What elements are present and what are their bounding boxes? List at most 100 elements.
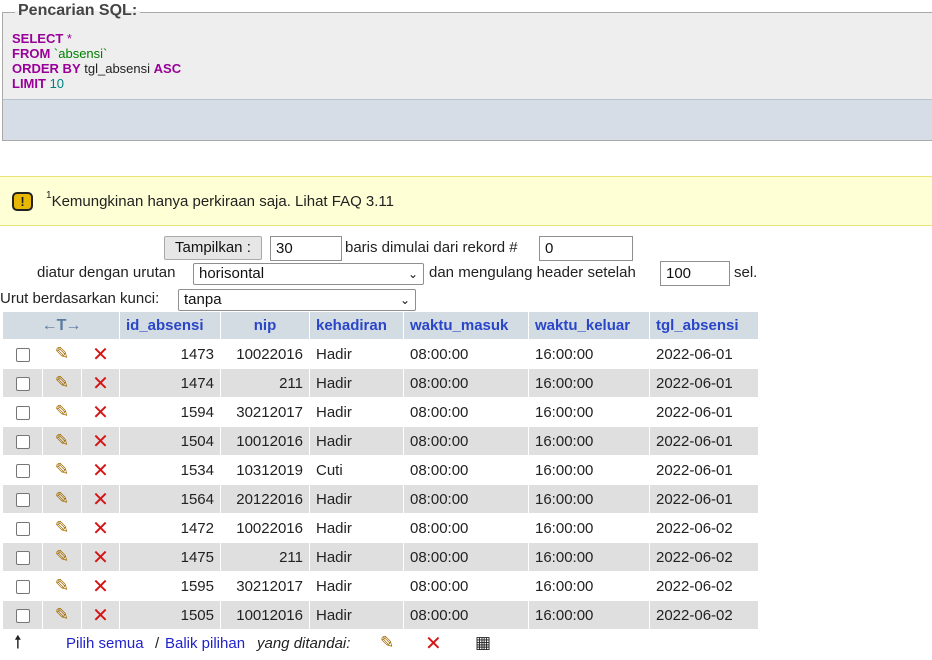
- pencil-icon[interactable]: ✎: [43, 572, 81, 600]
- table-row[interactable]: ✎ ✕ 1564 20122016 Hadir 08:00:00 16:00:00 2022-…: [3, 485, 758, 513]
- pencil-icon[interactable]: ✎: [43, 369, 81, 397]
- row-checkbox[interactable]: [3, 427, 42, 455]
- pencil-icon[interactable]: ✎: [43, 340, 81, 368]
- row-checkbox[interactable]: [3, 572, 42, 600]
- cell-waktu-keluar: 16:00:00: [529, 369, 649, 397]
- pencil-icon[interactable]: ✎: [43, 485, 81, 513]
- pencil-icon[interactable]: ✎: [43, 543, 81, 571]
- rows-input[interactable]: 30: [270, 236, 342, 261]
- row-checkbox[interactable]: [3, 601, 42, 629]
- table-row[interactable]: ✎ ✕ 1594 30212017 Hadir 08:00:00 16:00:00 2022-…: [3, 398, 758, 426]
- row-checkbox[interactable]: [3, 369, 42, 397]
- cell-nip[interactable]: 20122016: [221, 485, 309, 513]
- pencil-icon[interactable]: ✎: [380, 633, 394, 653]
- table-row[interactable]: ✎ ✕ 1504 10012016 Hadir 08:00:00 16:00:00 2022-…: [3, 427, 758, 455]
- cell-waktu-masuk: 08:00:00: [404, 369, 528, 397]
- pencil-icon[interactable]: ✎: [43, 456, 81, 484]
- cell-tgl-absensi: 2022-06-01: [650, 456, 758, 484]
- table-row[interactable]: ✎ ✕ 1505 10012016 Hadir 08:00:00 16:00:00 2022-…: [3, 601, 758, 629]
- separator: /: [155, 635, 160, 652]
- delete-x-icon[interactable]: ✕: [82, 340, 119, 368]
- cell-waktu-masuk: 08:00:00: [404, 427, 528, 455]
- row-checkbox[interactable]: [3, 543, 42, 571]
- table-row[interactable]: ✎ ✕ 1475 211 Hadir 08:00:00 16:00:00 2022-06-02: [3, 543, 758, 571]
- cell-nip[interactable]: 211: [221, 369, 309, 397]
- delete-x-icon[interactable]: ✕: [82, 572, 119, 600]
- export-icon[interactable]: ▦: [475, 633, 491, 653]
- delete-x-icon[interactable]: ✕: [82, 369, 119, 397]
- sort-key-select[interactable]: tanpa ⌄: [178, 289, 416, 311]
- delete-x-icon[interactable]: ✕: [425, 631, 442, 656]
- cell-id-absensi: 1474: [120, 369, 220, 397]
- start-record-input[interactable]: 0: [539, 236, 633, 261]
- sql-legend: Pencarian SQL:: [15, 2, 141, 20]
- cell-nip[interactable]: 10022016: [221, 340, 309, 368]
- chevron-down-icon: ⌄: [399, 293, 410, 307]
- notice-text: 1Kemungkinan hanya perkiraan saja. Lihat…: [46, 190, 394, 210]
- column-arrows[interactable]: ←T→: [3, 312, 119, 339]
- cell-nip[interactable]: 10312019: [221, 456, 309, 484]
- col-header-kehadiran[interactable]: kehadiran: [310, 312, 403, 339]
- pencil-icon[interactable]: ✎: [43, 514, 81, 542]
- cell-waktu-masuk: 08:00:00: [404, 601, 528, 629]
- pencil-icon[interactable]: ✎: [43, 427, 81, 455]
- cell-tgl-absensi: 2022-06-01: [650, 485, 758, 513]
- cell-id-absensi: 1564: [120, 485, 220, 513]
- cell-kehadiran: Hadir: [310, 514, 403, 542]
- row-checkbox[interactable]: [3, 485, 42, 513]
- col-header-waktu-keluar[interactable]: waktu_keluar: [529, 312, 649, 339]
- sql-query-box: Pencarian SQL: SELECT * FROM `absensi` O…: [2, 2, 932, 141]
- cell-tgl-absensi: 2022-06-02: [650, 514, 758, 542]
- repeat-header-input[interactable]: 100: [660, 261, 730, 286]
- cell-id-absensi: 1475: [120, 543, 220, 571]
- cell-waktu-masuk: 08:00:00: [404, 543, 528, 571]
- cell-nip[interactable]: 10012016: [221, 427, 309, 455]
- col-header-id-absensi[interactable]: id_absensi: [120, 312, 220, 339]
- cell-kehadiran: Hadir: [310, 340, 403, 368]
- delete-x-icon[interactable]: ✕: [82, 543, 119, 571]
- row-checkbox[interactable]: [3, 514, 42, 542]
- cell-kehadiran: Hadir: [310, 485, 403, 513]
- select-all-link[interactable]: Pilih semua: [66, 635, 144, 652]
- row-checkbox[interactable]: [3, 456, 42, 484]
- cell-waktu-masuk: 08:00:00: [404, 398, 528, 426]
- sql-code: SELECT * FROM `absensi` ORDER BY tgl_abs…: [12, 31, 182, 91]
- cell-tgl-absensi: 2022-06-01: [650, 398, 758, 426]
- order-label: diatur dengan urutan: [37, 264, 176, 281]
- cell-nip[interactable]: 30212017: [221, 572, 309, 600]
- row-checkbox[interactable]: [3, 398, 42, 426]
- invert-selection-link[interactable]: Balik pilihan: [165, 635, 245, 652]
- table-row[interactable]: ✎ ✕ 1534 10312019 Cuti 08:00:00 16:00:00 2022-0…: [3, 456, 758, 484]
- cell-waktu-keluar: 16:00:00: [529, 485, 649, 513]
- delete-x-icon[interactable]: ✕: [82, 485, 119, 513]
- col-header-tgl-absensi[interactable]: tgl_absensi: [650, 312, 758, 339]
- pencil-icon[interactable]: ✎: [43, 398, 81, 426]
- table-row[interactable]: ✎ ✕ 1473 10022016 Hadir 08:00:00 16:00:00 2022-…: [3, 340, 758, 368]
- display-mode-select[interactable]: horisontal ⌄: [193, 263, 424, 285]
- table-row[interactable]: ✎ ✕ 1595 30212017 Hadir 08:00:00 16:00:00 2022-…: [3, 572, 758, 600]
- cell-tgl-absensi: 2022-06-02: [650, 572, 758, 600]
- cell-nip[interactable]: 10022016: [221, 514, 309, 542]
- delete-x-icon[interactable]: ✕: [82, 398, 119, 426]
- cell-kehadiran: Hadir: [310, 572, 403, 600]
- cell-id-absensi: 1504: [120, 427, 220, 455]
- pencil-icon[interactable]: ✎: [43, 601, 81, 629]
- delete-x-icon[interactable]: ✕: [82, 514, 119, 542]
- cell-waktu-keluar: 16:00:00: [529, 543, 649, 571]
- row-checkbox[interactable]: [3, 340, 42, 368]
- table-row[interactable]: ✎ ✕ 1474 211 Hadir 08:00:00 16:00:00 2022-06-01: [3, 369, 758, 397]
- delete-x-icon[interactable]: ✕: [82, 601, 119, 629]
- show-button[interactable]: Tampilkan :: [164, 236, 262, 260]
- cell-waktu-keluar: 16:00:00: [529, 456, 649, 484]
- cell-id-absensi: 1473: [120, 340, 220, 368]
- cell-nip[interactable]: 211: [221, 543, 309, 571]
- delete-x-icon[interactable]: ✕: [82, 456, 119, 484]
- cell-kehadiran: Hadir: [310, 427, 403, 455]
- col-header-waktu-masuk[interactable]: waktu_masuk: [404, 312, 528, 339]
- cell-id-absensi: 1505: [120, 601, 220, 629]
- cell-nip[interactable]: 10012016: [221, 601, 309, 629]
- cell-nip[interactable]: 30212017: [221, 398, 309, 426]
- delete-x-icon[interactable]: ✕: [82, 427, 119, 455]
- col-header-nip[interactable]: nip: [221, 312, 309, 339]
- table-row[interactable]: ✎ ✕ 1472 10022016 Hadir 08:00:00 16:00:00 2022-…: [3, 514, 758, 542]
